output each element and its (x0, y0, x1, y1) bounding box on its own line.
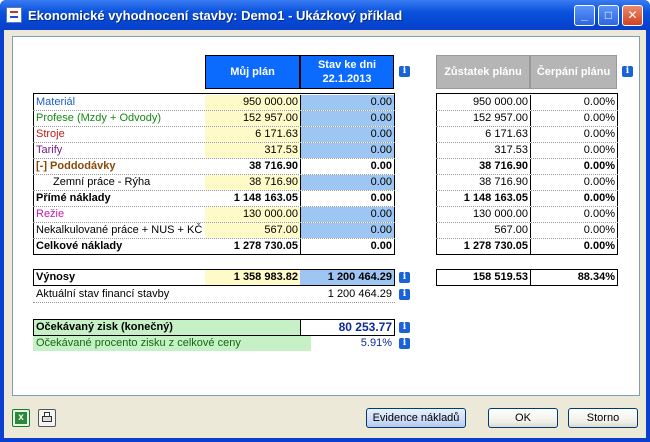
zisk-value: 80 253.77 (300, 319, 395, 336)
row-label: Zemní práce - Rýha (53, 176, 151, 188)
row-zustatek-value: 152 957.00 (437, 111, 531, 126)
info-icon-finance[interactable]: i (399, 289, 410, 300)
vynosy-label: Výnosy (36, 271, 76, 283)
row-zustatek-value: 950 000.00 (437, 95, 531, 110)
row-cerpani-value: 0.00% (583, 224, 615, 236)
info-icon-stav[interactable]: i (399, 66, 410, 77)
row-stav-value: 0.00 (300, 175, 394, 190)
row-stav-value: 0.00 (300, 191, 394, 206)
row-plan-value: 38 716.90 (205, 175, 300, 190)
row-cerpani-value: 0.00% (583, 240, 615, 252)
row-zustatek-value: 38 716.90 (437, 159, 531, 174)
row-zustatek-value: 6 171.63 (437, 127, 531, 142)
row-plan-value: 1 148 163.05 (205, 191, 300, 206)
row-cerpani-value: 0.00% (583, 176, 615, 188)
row-plan-value: 567.00 (205, 223, 300, 238)
row-plan-value: 317.53 (205, 143, 300, 158)
row-plan-value: 130 000.00 (205, 207, 300, 222)
row-stav-value: 0.00 (300, 127, 394, 142)
row-cerpani-value: 0.00% (583, 128, 615, 140)
finance-label: Aktuální stav financí stavby (36, 288, 170, 300)
storno-button[interactable]: Storno (568, 408, 638, 428)
summary-panel: Můj plán Stav ke dni 22.1.2013 i Zůstate… (12, 36, 640, 396)
info-icon-vynosy[interactable]: i (399, 272, 410, 283)
row-stav-value: 0.00 (300, 223, 394, 238)
row-cerpani-value: 0.00% (583, 144, 615, 156)
row-label: Materiál (36, 96, 76, 108)
evidence-naklady-button[interactable]: Evidence nákladů (366, 408, 466, 428)
row-cerpani-value: 0.00% (583, 208, 615, 220)
row-stav-value: 0.00 (300, 143, 394, 158)
row-stav-value: 0.00 (300, 95, 394, 110)
print-icon[interactable] (38, 409, 56, 427)
header-stav-line1: Stav ke dni (317, 59, 377, 71)
dialog-client-area: Můj plán Stav ke dni 22.1.2013 i Zůstate… (4, 30, 646, 438)
row-label: Stroje (36, 128, 65, 140)
maximize-button[interactable]: □ (598, 5, 619, 26)
header-muj-plan: Můj plán (205, 55, 300, 89)
finance-value: 1 200 464.29 (327, 288, 392, 300)
header-zustatek: Zůstatek plánu (436, 55, 530, 89)
row-zustatek-value: 567.00 (437, 223, 531, 238)
row-plan-value: 38 716.90 (205, 159, 300, 174)
procento-label: Očekávané procento zisku z celkové ceny (36, 337, 241, 349)
info-icon-plan[interactable]: i (622, 66, 633, 77)
row-plan-value: 152 957.00 (205, 111, 300, 126)
row-cerpani-value: 0.00% (583, 160, 615, 172)
vynosy-plan: 1 358 983.82 (205, 270, 300, 285)
minimize-button[interactable]: _ (574, 5, 595, 26)
header-stav: Stav ke dni 22.1.2013 (300, 55, 394, 89)
row-zustatek-value: 130 000.00 (437, 207, 531, 222)
row-zustatek-value: 38 716.90 (437, 175, 531, 190)
title-bar[interactable]: Ekonomické vyhodnocení stavby: Demo1 - U… (0, 0, 650, 30)
row-plan-value: 6 171.63 (205, 127, 300, 142)
row-zustatek-value: 317.53 (437, 143, 531, 158)
header-stav-date: 22.1.2013 (322, 73, 372, 85)
row-label: Nekalkulované práce + NUS + KČ (36, 224, 203, 236)
row-label: Celkové náklady (36, 240, 123, 252)
procento-value: 5.91% (360, 337, 392, 349)
row-label: Režie (36, 208, 65, 220)
finance-divider (33, 302, 395, 303)
row-cerpani-value: 0.00% (583, 112, 615, 124)
header-cerpani: Čerpání plánu (530, 55, 617, 89)
row-stav-value: 0.00 (300, 159, 394, 174)
excel-icon[interactable]: x (12, 409, 30, 427)
window: Ekonomické vyhodnocení stavby: Demo1 - U… (0, 0, 650, 442)
vynosy-stav: 1 200 464.29 (300, 270, 394, 285)
row-cerpani-value: 0.00% (583, 192, 615, 204)
row-stav-value: 0.00 (300, 239, 394, 254)
vynosy-zustatek: 158 519.53 (437, 270, 531, 285)
row-zustatek-value: 1 148 163.05 (437, 191, 531, 206)
row-label: Tarify (36, 144, 63, 156)
info-icon-zisk[interactable]: i (399, 322, 410, 333)
window-title: Ekonomické vyhodnocení stavby: Demo1 - U… (28, 8, 403, 23)
row-zustatek-value: 1 278 730.05 (437, 239, 531, 254)
zisk-label: Očekávaný zisk (konečný) (36, 321, 173, 333)
row-stav-value: 0.00 (300, 111, 394, 126)
row-label: Přímé náklady (36, 192, 111, 204)
row-plan-value: 1 278 730.05 (205, 239, 300, 254)
vynosy-cerpani: 88.34% (577, 271, 615, 283)
row-plan-value: 950 000.00 (205, 95, 300, 110)
ok-button[interactable]: OK (488, 408, 558, 428)
row-label: [-] Poddodávky (36, 160, 116, 172)
app-icon (6, 7, 22, 23)
info-icon-procento[interactable]: i (399, 338, 410, 349)
row-stav-value: 0.00 (300, 207, 394, 222)
row-label: Profese (Mzdy + Odvody) (36, 112, 162, 124)
close-button[interactable]: ✕ (622, 5, 643, 26)
row-cerpani-value: 0.00% (583, 96, 615, 108)
